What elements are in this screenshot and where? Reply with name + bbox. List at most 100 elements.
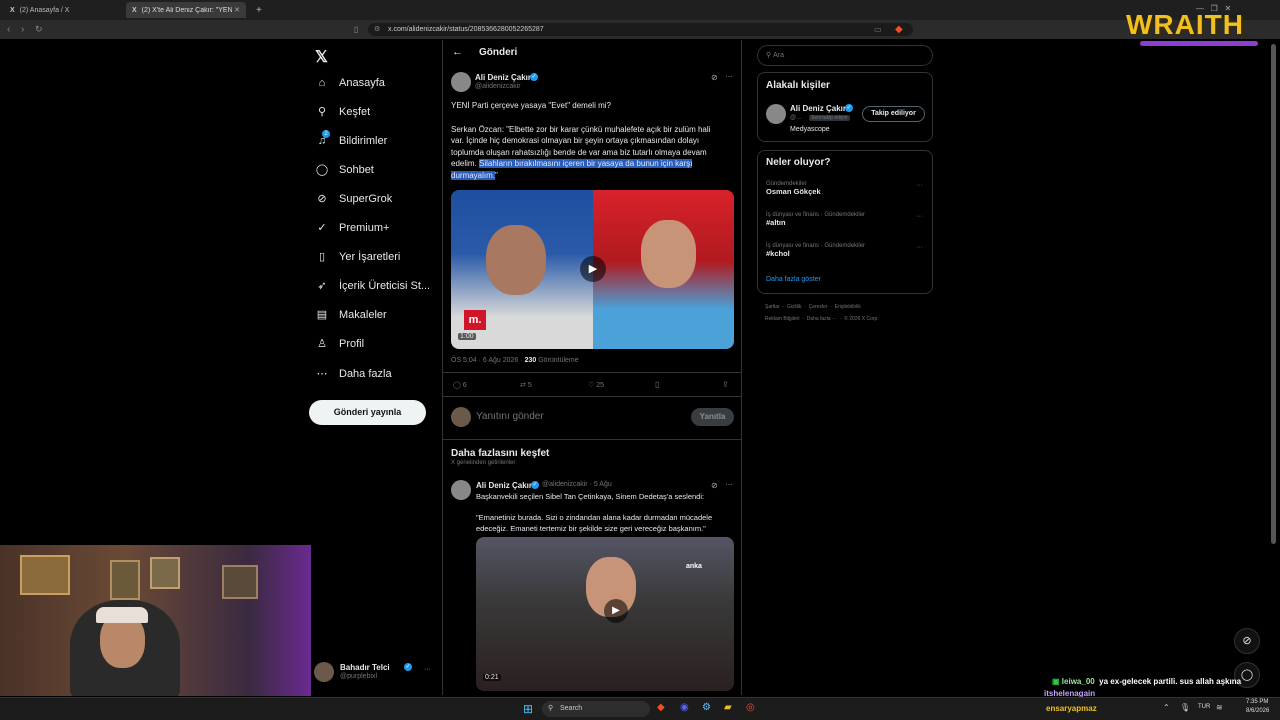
site-info-icon[interactable]: ⚙ xyxy=(374,23,380,36)
author-handle[interactable]: @alidenizcakir xyxy=(475,83,521,90)
sidebar-item-articles[interactable]: ▤ Makaleler xyxy=(315,305,387,325)
reply-input[interactable]: Yanıtını gönder xyxy=(476,411,544,422)
like-count: 25 xyxy=(596,382,605,389)
premium-icon: ✓ xyxy=(317,222,327,234)
more-icon[interactable]: ··· xyxy=(725,72,733,81)
sidebar-item-profile[interactable]: ♙ Profil xyxy=(315,334,364,354)
account-switcher[interactable]: Bahadır Telci ✓ @purplebixl ··· xyxy=(314,660,439,686)
share-icon[interactable]: ⇪ xyxy=(722,380,729,389)
sidebar-item-explore[interactable]: ⚲ Keşfet xyxy=(315,102,370,122)
streamer-cap xyxy=(96,607,148,623)
grok-icon[interactable]: ⊘ xyxy=(711,73,718,82)
footer-links[interactable]: Şartlar · Gizlilik · Çerezler · Erişileb… xyxy=(765,304,861,310)
grok-icon[interactable]: ⊘ xyxy=(711,481,718,490)
author-name[interactable]: Ali Deniz Çakır xyxy=(476,481,532,490)
avatar[interactable] xyxy=(451,72,471,92)
grok-icon: ⊘ xyxy=(317,193,327,205)
steam-icon[interactable]: ⚙ xyxy=(702,702,711,713)
author-handle[interactable]: @alidenizcakir · 5 Ağu xyxy=(542,481,612,488)
browser-tab-bar: X (2) Anasayfa / X X (2) X'te Ali Deniz Ça… xyxy=(0,0,1280,20)
show-more-link[interactable]: Daha fazla göster xyxy=(766,276,821,283)
view-count: 230 xyxy=(524,357,537,364)
author-name[interactable]: Ali Deniz Çakır xyxy=(475,73,531,82)
sidebar-item-home[interactable]: ⌂ Anasayfa xyxy=(315,73,385,93)
panel-title: Neler oluyor? xyxy=(766,157,831,168)
post-button[interactable]: Gönderi yayınla xyxy=(309,400,426,425)
sidebar-item-creator-studio[interactable]: ➶ İçerik Üreticisi St... xyxy=(315,276,430,296)
new-tab-button[interactable]: + xyxy=(250,2,268,18)
selected-text: durmayalım. xyxy=(451,170,496,180)
brave-icon[interactable]: ◆ xyxy=(657,702,665,713)
following-button[interactable]: Takip ediliyor xyxy=(862,106,925,122)
avatar[interactable] xyxy=(766,104,786,124)
tray-chevron-icon[interactable]: ⌃ xyxy=(1163,703,1170,712)
footer-links[interactable]: Reklam Bilgileri · Daha fazla ··· · © 20… xyxy=(765,316,879,322)
post-video[interactable]: ▶ anka 0:21 xyxy=(476,537,734,691)
sidebar-item-supergrok[interactable]: ⊘ SuperGrok xyxy=(315,189,392,209)
clock-date[interactable]: 8/6/2026 xyxy=(1246,708,1269,714)
sidebar-item-bookmarks[interactable]: ▯ Yer İşaretleri xyxy=(315,247,400,267)
sidebar-item-chat[interactable]: ◯ Sohbet xyxy=(315,160,374,180)
taskbar-search[interactable]: ⚲ Search xyxy=(542,701,650,717)
more-icon[interactable]: ··· xyxy=(916,244,923,251)
back-icon[interactable]: ‹ xyxy=(7,23,10,36)
person-name[interactable]: Ali Deniz Çakır xyxy=(790,104,846,113)
bell-icon: ♫ 2 xyxy=(315,130,330,148)
more-icon[interactable]: ··· xyxy=(725,480,733,489)
more-icon[interactable]: ··· xyxy=(916,213,923,220)
discord-icon[interactable]: ◉ xyxy=(680,702,689,713)
trend-item[interactable]: İş dünyası ve finans · Gündemdekiler #kc… xyxy=(766,243,926,258)
bookmark-page-icon[interactable]: ▯ xyxy=(354,23,358,36)
sidebar-item-notifications[interactable]: ♫ 2 Bildirimler xyxy=(315,130,387,151)
windows-start-icon[interactable]: ⊞ xyxy=(523,702,533,716)
more-icon[interactable]: ··· xyxy=(916,182,923,189)
language-indicator[interactable]: TUR xyxy=(1198,704,1210,710)
x-logo-icon[interactable]: 𝕏 xyxy=(315,47,328,67)
post-text-segment: " xyxy=(495,170,498,180)
install-icon[interactable]: ▭ xyxy=(874,23,882,36)
post-line: var. İçinde hiç demokrasi olmayan bir şe… xyxy=(451,136,700,145)
reply-button[interactable]: ◯ 6 xyxy=(453,381,467,389)
brave-shield-icon[interactable]: ◆ xyxy=(895,23,903,36)
divider xyxy=(443,439,741,440)
trend-item[interactable]: İş dünyası ve finans · Gündemdekiler #al… xyxy=(766,212,926,227)
post-timestamp[interactable]: ÖS 5:04 · 6 Ağu 2026 · xyxy=(451,357,525,364)
avatar[interactable] xyxy=(451,480,471,500)
panel-title: Alakalı kişiler xyxy=(766,80,830,91)
tab-label: (2) X'te Ali Deniz Çakır: "YENİ Pa... xyxy=(141,6,232,14)
verified-icon: ✓ xyxy=(845,104,853,112)
page-scrollbar[interactable] xyxy=(1271,44,1276,544)
more-icon[interactable]: ··· xyxy=(424,666,431,673)
view-label: Görüntüleme xyxy=(536,357,579,364)
rocket-icon: ➶ xyxy=(317,280,327,292)
forward-icon[interactable]: › xyxy=(21,23,24,36)
grok-icon[interactable]: ⊘ xyxy=(1234,628,1260,654)
clock-time[interactable]: 7:35 PM xyxy=(1246,699,1268,705)
reload-icon[interactable]: ↻ xyxy=(35,23,43,36)
folder-icon[interactable]: ▰ xyxy=(724,702,732,713)
post-text-segment: edelim. xyxy=(451,159,480,168)
play-icon[interactable]: ▶ xyxy=(580,256,606,282)
mic-icon[interactable]: 🎙 xyxy=(1180,703,1190,712)
play-icon[interactable]: ▶ xyxy=(604,599,628,623)
url-bar[interactable]: ⚙ x.com/alidenizcakir/status/208536628005… xyxy=(368,23,913,36)
post-video[interactable]: ▶ m. 1:00 xyxy=(451,190,734,349)
wifi-icon[interactable]: ≋ xyxy=(1216,703,1223,712)
tab-home[interactable]: X (2) Anasayfa / X xyxy=(4,2,122,18)
obs-icon[interactable]: ◎ xyxy=(746,702,755,713)
sidebar-item-more[interactable]: ⋯ Daha fazla xyxy=(315,364,392,384)
search-input[interactable]: ⚲ Ara xyxy=(757,45,933,66)
webcam-overlay xyxy=(0,545,311,696)
person-bio: Medyascope xyxy=(790,126,830,133)
tab-post[interactable]: X (2) X'te Ali Deniz Çakır: "YENİ Pa...✕ xyxy=(126,2,246,18)
repost-button[interactable]: ⇄ 5 xyxy=(520,381,532,389)
like-button[interactable]: ♡ 25 xyxy=(588,381,604,389)
trend-item[interactable]: Gündemdekiler Osman Gökçek ··· xyxy=(766,181,926,196)
heart-icon: ♡ xyxy=(588,382,595,389)
close-icon[interactable]: ✕ xyxy=(234,6,240,14)
back-arrow-icon[interactable]: ← xyxy=(452,46,463,58)
sidebar-item-premium[interactable]: ✓ Premium+ xyxy=(315,218,389,238)
post-meta: ÖS 5:04 · 6 Ağu 2026 · 230 Görüntüleme xyxy=(451,357,579,364)
reply-submit-button[interactable]: Yanıtla xyxy=(691,408,734,426)
bookmark-icon[interactable]: ▯ xyxy=(655,380,659,389)
